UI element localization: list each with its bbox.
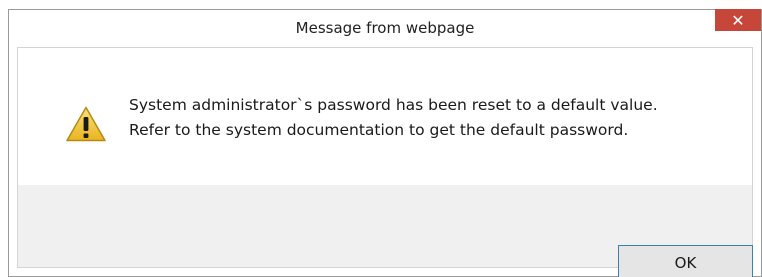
page: Message from webpage ✕ System administra… bbox=[0, 0, 762, 277]
message-line-1: System administrator`s password has been… bbox=[129, 96, 658, 114]
message-text: System administrator`s password has been… bbox=[129, 93, 658, 143]
dialog-titlebar[interactable]: Message from webpage ✕ bbox=[9, 9, 761, 47]
dialog-body: System administrator`s password has been… bbox=[17, 47, 753, 277]
message-area: System administrator`s password has been… bbox=[18, 48, 752, 185]
message-line-2: Refer to the system documentation to get… bbox=[129, 121, 629, 139]
ok-button[interactable]: OK bbox=[618, 245, 753, 277]
warning-icon bbox=[66, 106, 106, 142]
dialog-footer: OK bbox=[18, 185, 753, 277]
dialog-title: Message from webpage bbox=[295, 19, 475, 37]
close-button[interactable]: ✕ bbox=[715, 9, 761, 31]
message-dialog: Message from webpage ✕ System administra… bbox=[8, 9, 762, 277]
close-icon: ✕ bbox=[731, 10, 745, 30]
